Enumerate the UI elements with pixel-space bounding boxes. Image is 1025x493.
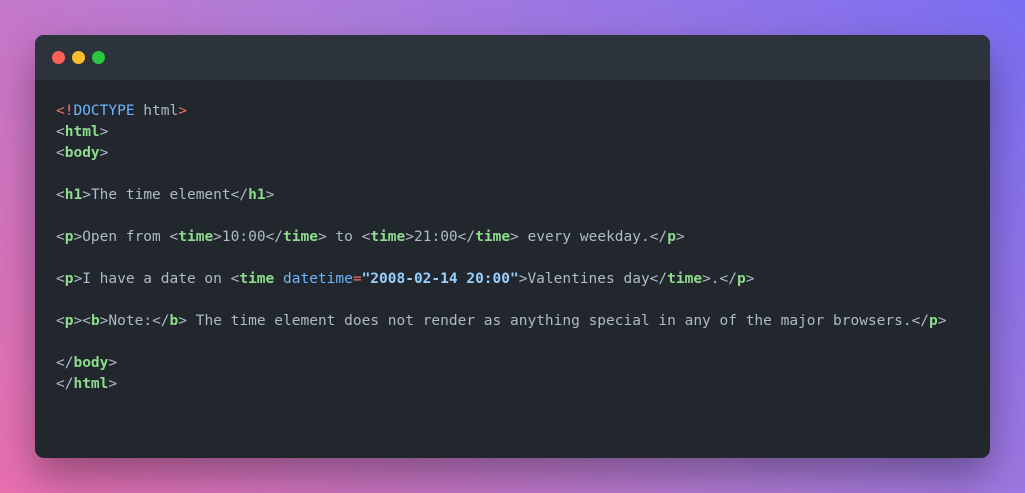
code-token: > bbox=[213, 229, 222, 245]
code-token: <! bbox=[56, 103, 74, 119]
code-token: < bbox=[56, 313, 65, 329]
code-token: Open from bbox=[82, 229, 170, 245]
code-token: The time element does not render as anyt… bbox=[187, 313, 912, 329]
code-token: > bbox=[108, 355, 118, 371]
code-token: time bbox=[283, 229, 318, 245]
code-token: 21:00 bbox=[414, 229, 458, 245]
code-token: > bbox=[178, 313, 187, 329]
code-token: > bbox=[675, 229, 685, 245]
code-token: The time element bbox=[90, 187, 231, 203]
code-token: > bbox=[178, 103, 187, 119]
code-line: <html> bbox=[56, 122, 947, 143]
code-token: < bbox=[56, 124, 65, 140]
code-line: <p>I have a date on <time datetime="2008… bbox=[56, 269, 947, 290]
minimize-window-icon[interactable] bbox=[72, 51, 85, 64]
code-token: I have a date on bbox=[82, 271, 231, 287]
code-line: </body> bbox=[56, 353, 947, 374]
code-token: </ bbox=[56, 355, 74, 371]
code-token: b bbox=[169, 313, 179, 329]
code-token: to bbox=[326, 229, 362, 245]
code-token: < bbox=[56, 229, 65, 245]
code-line: <p><b>Note:</b> The time element does no… bbox=[56, 311, 947, 332]
code-line: <!DOCTYPE html> bbox=[56, 101, 947, 122]
code-token: h1 bbox=[64, 187, 83, 203]
code-token: </ bbox=[457, 229, 476, 245]
code-token: datetime bbox=[283, 271, 353, 287]
code-token: body bbox=[73, 355, 109, 371]
code-token: > bbox=[73, 229, 83, 245]
code-token: 10:00 bbox=[221, 229, 266, 245]
code-window: <!DOCTYPE html> <html> <body> <h1>The time… bbox=[35, 35, 990, 458]
code-token: > bbox=[405, 229, 414, 245]
close-window-icon[interactable] bbox=[52, 51, 65, 64]
code-token: time bbox=[239, 271, 275, 287]
code-token: </ bbox=[230, 187, 249, 203]
code-token: < bbox=[56, 271, 65, 287]
code-token: > bbox=[99, 124, 109, 140]
code-token: > bbox=[73, 313, 83, 329]
code-token: time bbox=[475, 229, 511, 245]
code-token: </ bbox=[911, 313, 930, 329]
code-token: > bbox=[937, 313, 947, 329]
code-token: < bbox=[56, 187, 65, 203]
code-token: > bbox=[702, 271, 711, 287]
code-token: p bbox=[667, 229, 676, 245]
code-token: p bbox=[929, 313, 938, 329]
code-token: < bbox=[82, 313, 91, 329]
code-token: </ bbox=[649, 229, 668, 245]
code-line: <p>Open from <time>10:00</time> to <time… bbox=[56, 227, 947, 248]
code-token: Valentines day bbox=[527, 271, 650, 287]
code-token: h1 bbox=[248, 187, 266, 203]
code-token: > bbox=[265, 187, 275, 203]
code-token: Note: bbox=[108, 313, 153, 329]
code-token: > bbox=[82, 187, 91, 203]
code-token: = bbox=[352, 271, 362, 287]
code-line: <body> bbox=[56, 143, 947, 164]
code-token: < bbox=[169, 229, 179, 245]
code-token: > bbox=[108, 376, 118, 392]
code-token: </ bbox=[152, 313, 170, 329]
code-token: > bbox=[745, 271, 755, 287]
code-token: </ bbox=[265, 229, 284, 245]
code-token: "2008-02-14 20:00" bbox=[361, 271, 519, 287]
maximize-window-icon[interactable] bbox=[92, 51, 105, 64]
code-token: </ bbox=[56, 376, 74, 392]
code-token: html bbox=[64, 124, 100, 140]
code-token: body bbox=[64, 145, 100, 161]
code-token: html bbox=[73, 376, 109, 392]
code-token: > bbox=[73, 271, 83, 287]
code-token: . bbox=[710, 271, 720, 287]
code-token: > bbox=[317, 229, 327, 245]
code-token: < bbox=[56, 145, 65, 161]
code-token: every weekday. bbox=[518, 229, 650, 245]
code-block: <!DOCTYPE html> <html> <body> <h1>The time… bbox=[56, 101, 947, 395]
code-token: p bbox=[737, 271, 746, 287]
code-token: </ bbox=[719, 271, 737, 287]
code-token: > bbox=[510, 229, 519, 245]
code-token: > bbox=[99, 145, 109, 161]
code-token: time bbox=[667, 271, 703, 287]
code-token: time bbox=[370, 229, 406, 245]
code-token: b bbox=[90, 313, 100, 329]
code-line: </html> bbox=[56, 374, 947, 395]
code-line: <h1>The time element</h1> bbox=[56, 185, 947, 206]
code-token: time bbox=[178, 229, 214, 245]
code-token: DOCTYPE bbox=[73, 103, 135, 119]
window-titlebar bbox=[35, 35, 990, 80]
code-token: html bbox=[134, 103, 179, 119]
code-token: </ bbox=[649, 271, 668, 287]
